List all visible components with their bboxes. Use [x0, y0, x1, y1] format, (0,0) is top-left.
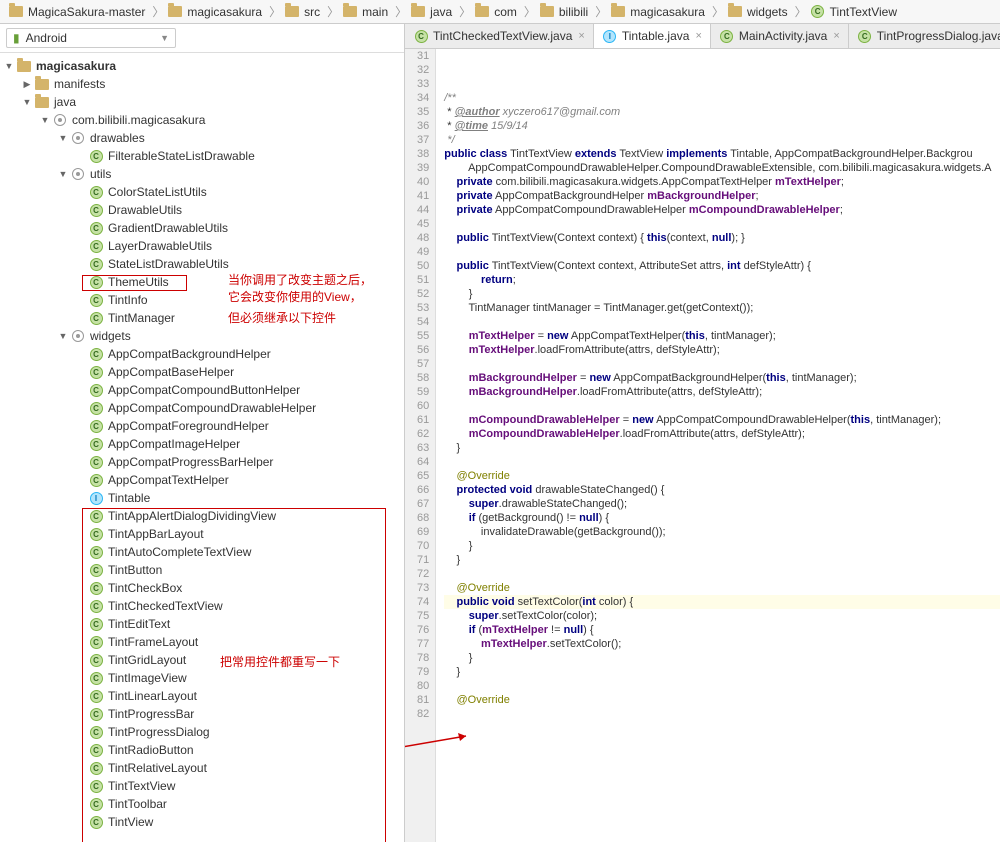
tree-item[interactable]: ▼java [0, 93, 404, 111]
project-panel: ▮ Android ▼ ▼magicasakura ▶manifests▼jav… [0, 24, 405, 842]
tree-item[interactable]: ▼drawables [0, 129, 404, 147]
view-selector-bar: ▮ Android ▼ [0, 24, 404, 53]
editor-tab[interactable]: CTintCheckedTextView.java× [405, 24, 594, 48]
tree-item[interactable]: CAppCompatTextHelper [0, 471, 404, 489]
editor-tab[interactable]: CTintProgressDialog.java× [849, 24, 1000, 48]
breadcrumb-item[interactable]: CTintTextView [810, 4, 897, 20]
close-icon[interactable]: × [578, 30, 584, 42]
breadcrumb-item[interactable]: com [474, 4, 517, 20]
tree-item[interactable]: CTintToolbar [0, 795, 404, 813]
tree-item[interactable]: CAppCompatCompoundButtonHelper [0, 381, 404, 399]
tree-item[interactable]: ▼widgets [0, 327, 404, 345]
project-tree[interactable]: ▼magicasakura ▶manifests▼java▼com.bilibi… [0, 53, 404, 842]
tree-item[interactable]: CTintTextView [0, 777, 404, 795]
tree-item[interactable]: CTintEditText [0, 615, 404, 633]
code-area[interactable]: /** * @author xyczero617@gmail.com * @ti… [436, 49, 1000, 842]
tree-item[interactable]: CTintAppAlertDialogDividingView [0, 507, 404, 525]
tree-item[interactable]: CAppCompatBackgroundHelper [0, 345, 404, 363]
tree-item[interactable]: CColorStateListUtils [0, 183, 404, 201]
breadcrumb-item[interactable]: main [342, 4, 388, 20]
breadcrumb-item[interactable]: java [410, 4, 452, 20]
tree-item[interactable]: CTintAppBarLayout [0, 525, 404, 543]
tree-item[interactable]: CAppCompatBaseHelper [0, 363, 404, 381]
tree-item[interactable]: CThemeUtils [0, 273, 404, 291]
tree-item[interactable]: ▼utils [0, 165, 404, 183]
tree-item[interactable]: CGradientDrawableUtils [0, 219, 404, 237]
tree-item[interactable]: CDrawableUtils [0, 201, 404, 219]
tree-item[interactable]: CTintView [0, 813, 404, 831]
tree-item[interactable]: ▼magicasakura [0, 57, 404, 75]
tree-item[interactable]: CTintAutoCompleteTextView [0, 543, 404, 561]
tree-item[interactable]: CTintGridLayout [0, 651, 404, 669]
tree-item[interactable]: CTintFrameLayout [0, 633, 404, 651]
tree-item[interactable]: CFilterableStateListDrawable [0, 147, 404, 165]
breadcrumb-item[interactable]: magicasakura [167, 4, 262, 20]
breadcrumb: MagicaSakura-master〉magicasakura〉src〉mai… [0, 0, 1000, 24]
tree-item[interactable]: CTintCheckedTextView [0, 597, 404, 615]
tree-item[interactable]: CAppCompatImageHelper [0, 435, 404, 453]
breadcrumb-item[interactable]: src [284, 4, 320, 20]
tree-item[interactable]: CTintLinearLayout [0, 687, 404, 705]
tree-item[interactable]: ▶manifests [0, 75, 404, 93]
tree-item[interactable]: CTintImageView [0, 669, 404, 687]
tree-item[interactable]: ▼com.bilibili.magicasakura [0, 111, 404, 129]
android-view-selector[interactable]: ▮ Android ▼ [6, 28, 176, 48]
tree-item[interactable]: CLayerDrawableUtils [0, 237, 404, 255]
tree-item[interactable]: CTintRelativeLayout [0, 759, 404, 777]
tree-item[interactable]: CTintRadioButton [0, 741, 404, 759]
breadcrumb-item[interactable]: MagicaSakura-master [8, 4, 145, 20]
tree-item[interactable]: CTintManager [0, 309, 404, 327]
breadcrumb-item[interactable]: magicasakura [610, 4, 705, 20]
tree-item[interactable]: CTintProgressBar [0, 705, 404, 723]
tree-item[interactable]: CTintButton [0, 561, 404, 579]
tree-item[interactable]: CAppCompatCompoundDrawableHelper [0, 399, 404, 417]
tree-item[interactable]: CTintInfo [0, 291, 404, 309]
close-icon[interactable]: × [695, 30, 701, 42]
tree-item[interactable]: CStateListDrawableUtils [0, 255, 404, 273]
editor-tab[interactable]: CMainActivity.java× [711, 24, 849, 48]
tree-item[interactable]: CTintProgressDialog [0, 723, 404, 741]
breadcrumb-item[interactable]: bilibili [539, 4, 588, 20]
editor-tab[interactable]: ITintable.java× [594, 24, 711, 48]
editor-panel: CTintCheckedTextView.java×ITintable.java… [405, 24, 1000, 842]
gutter: 3132333435363738394041444548495051525354… [405, 49, 436, 842]
breadcrumb-item[interactable]: widgets [727, 4, 788, 20]
close-icon[interactable]: × [833, 30, 839, 42]
tree-item[interactable]: CTintCheckBox [0, 579, 404, 597]
code-editor[interactable]: 3132333435363738394041444548495051525354… [405, 49, 1000, 842]
editor-tabs: CTintCheckedTextView.java×ITintable.java… [405, 24, 1000, 49]
tree-item[interactable]: ITintable [0, 489, 404, 507]
tree-item[interactable]: CAppCompatForegroundHelper [0, 417, 404, 435]
tree-item[interactable]: CAppCompatProgressBarHelper [0, 453, 404, 471]
